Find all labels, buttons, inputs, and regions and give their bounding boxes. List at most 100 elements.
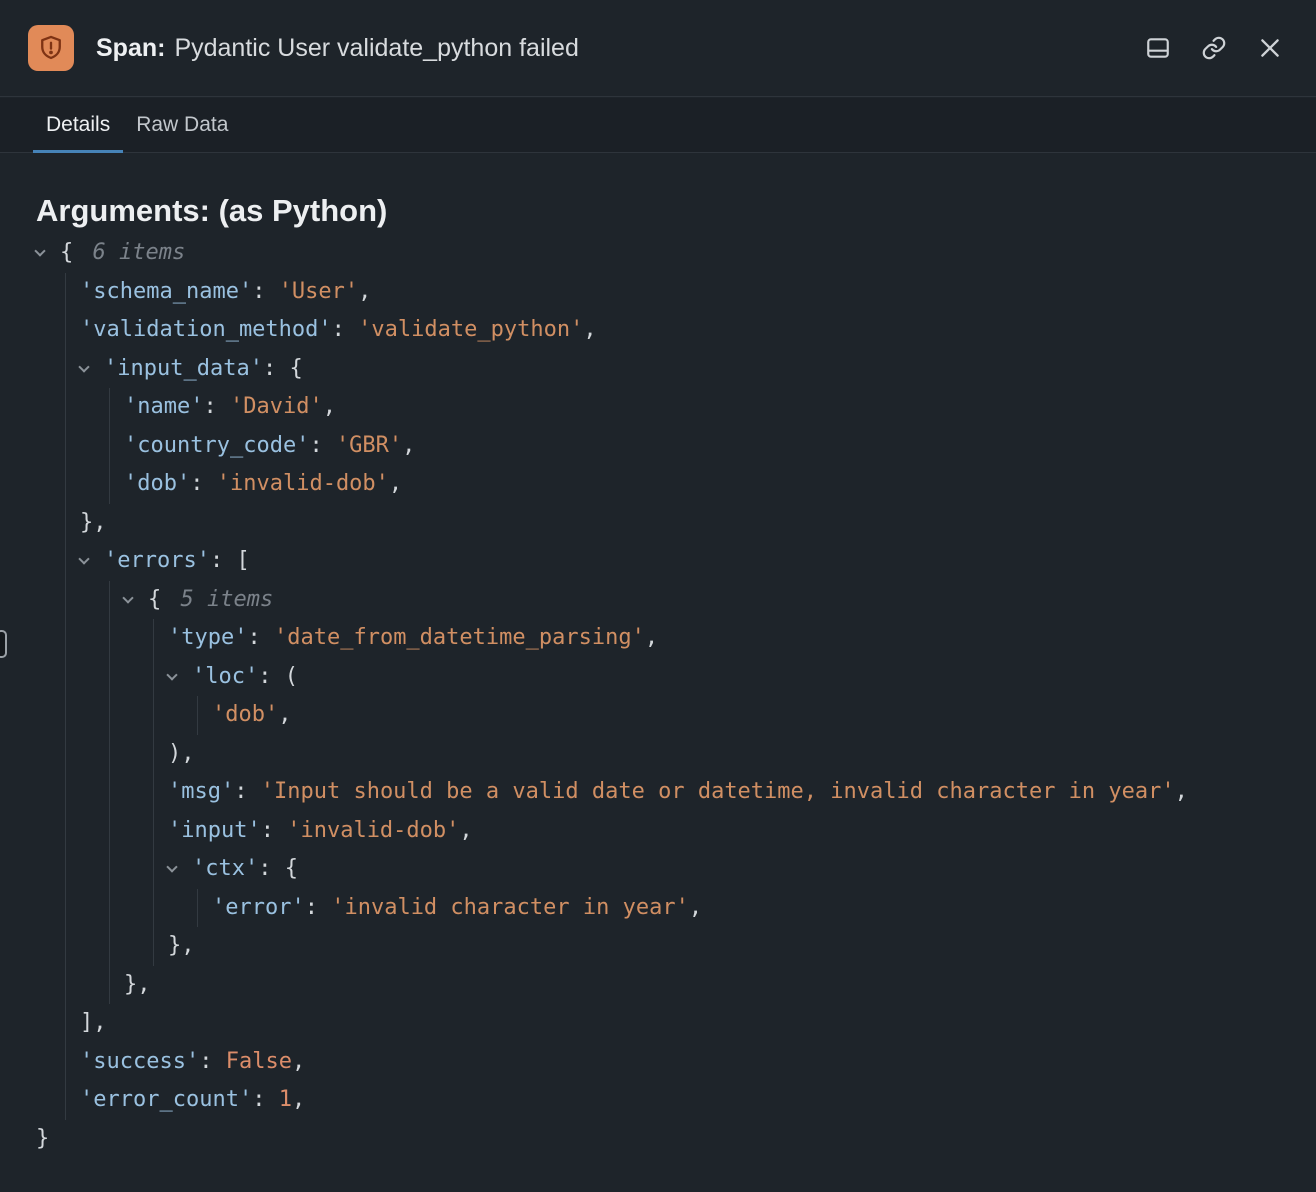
token-punct: , (583, 317, 596, 342)
tree-line: 'errors': [ (0, 542, 1316, 581)
indent-guide (109, 388, 110, 427)
indent-guide (109, 619, 110, 658)
token-punct: : (190, 471, 217, 496)
token-key: 'name' (124, 394, 203, 419)
close-icon[interactable] (1254, 32, 1286, 64)
collapse-arrow-icon[interactable] (80, 350, 104, 389)
token-punct: : (234, 779, 261, 804)
indent-guide (153, 850, 154, 889)
indent-guide (65, 581, 66, 620)
token-str: 'invalid-dob' (287, 818, 459, 843)
indent-guide (65, 1043, 66, 1082)
token-punct: }, (168, 933, 195, 958)
tree-line: }, (0, 504, 1316, 543)
token-punct: : (252, 1087, 279, 1112)
indent-guide (65, 1081, 66, 1120)
tree-line: 'schema_name': 'User', (0, 273, 1316, 312)
tree-line: 'ctx': { (0, 850, 1316, 889)
tab-raw-data[interactable]: Raw Data (123, 98, 241, 152)
token-punct: : (332, 317, 359, 342)
token-punct: , (402, 433, 415, 458)
indent-guide (65, 966, 66, 1005)
indent-guide (109, 696, 110, 735)
token-str: 'dob' (212, 702, 278, 727)
token-key: 'input' (168, 818, 261, 843)
tree-line: 'validation_method': 'validate_python', (0, 311, 1316, 350)
token-str: 'GBR' (336, 433, 402, 458)
collapse-arrow-icon[interactable] (124, 581, 148, 620)
token-key: 'errors' (104, 548, 210, 573)
details-content: Arguments: (as Python) { 6 items'schema_… (0, 154, 1316, 1192)
token-str: 'User' (279, 279, 358, 304)
token-meta: 5 items (167, 587, 273, 612)
token-str: 'invalid character in year' (331, 895, 689, 920)
token-key: 'error_count' (80, 1087, 252, 1112)
tree-line: 'input': 'invalid-dob', (0, 812, 1316, 851)
indent-guide (197, 696, 198, 735)
token-str: 'invalid-dob' (217, 471, 389, 496)
token-punct: , (358, 279, 371, 304)
collapse-arrow-icon[interactable] (168, 850, 192, 889)
indent-guide (65, 658, 66, 697)
panel-header: Span:Pydantic User validate_python faile… (0, 0, 1316, 97)
indent-guide (65, 1004, 66, 1043)
span-detail-panel: { "header": { "title_label": "Span:", "t… (0, 0, 1316, 1192)
tab-details[interactable]: Details (33, 98, 123, 152)
tree-line: ), (0, 735, 1316, 774)
token-punct: , (459, 818, 472, 843)
indent-guide (109, 735, 110, 774)
tree-line: 'error': 'invalid character in year', (0, 889, 1316, 928)
token-punct: { (148, 587, 161, 612)
tree-line: 'dob': 'invalid-dob', (0, 465, 1316, 504)
indent-guide (109, 812, 110, 851)
indent-guide (65, 619, 66, 658)
token-punct: , (1175, 779, 1188, 804)
indent-guide (109, 658, 110, 697)
tree-line: { 6 items (0, 234, 1316, 273)
token-punct: ), (168, 741, 195, 766)
span-label: Span: (96, 34, 165, 62)
token-punct: ], (80, 1010, 107, 1035)
indent-guide (65, 311, 66, 350)
token-punct: , (645, 625, 658, 650)
collapse-arrow-icon[interactable] (80, 542, 104, 581)
header-actions (1142, 32, 1286, 64)
indent-guide (153, 619, 154, 658)
link-icon[interactable] (1198, 32, 1230, 64)
token-punct: : (247, 625, 274, 650)
arguments-heading: Arguments: (as Python) (36, 193, 1316, 229)
tree-line: }, (0, 966, 1316, 1005)
indent-guide (153, 658, 154, 697)
token-punct: : { (263, 356, 303, 381)
tree-line: 'loc': ( (0, 658, 1316, 697)
token-key: 'validation_method' (80, 317, 332, 342)
indent-guide (109, 581, 110, 620)
tree-line: { 5 items (0, 581, 1316, 620)
tree-line: 'name': 'David', (0, 388, 1316, 427)
indent-guide (109, 889, 110, 928)
token-key: 'success' (80, 1049, 199, 1074)
collapse-arrow-icon[interactable] (36, 234, 60, 273)
tab-bar: Details Raw Data (0, 98, 1316, 153)
collapse-arrow-icon[interactable] (168, 658, 192, 697)
panel-resize-handle[interactable] (0, 630, 7, 658)
tree-line: 'type': 'date_from_datetime_parsing', (0, 619, 1316, 658)
indent-guide (65, 850, 66, 889)
token-punct: } (36, 1126, 49, 1151)
token-punct: }, (80, 510, 107, 535)
token-punct: , (389, 471, 402, 496)
indent-guide (109, 427, 110, 466)
indent-guide (65, 889, 66, 928)
token-key: 'dob' (124, 471, 190, 496)
indent-guide (153, 927, 154, 966)
token-punct: : (199, 1049, 226, 1074)
dock-bottom-icon[interactable] (1142, 32, 1174, 64)
indent-guide (65, 542, 66, 581)
tree-line: 'input_data': { (0, 350, 1316, 389)
tree-line: 'success': False, (0, 1043, 1316, 1082)
tree-line: 'error_count': 1, (0, 1081, 1316, 1120)
token-punct: : [ (210, 548, 250, 573)
token-punct: : (252, 279, 279, 304)
token-str: 'Input should be a valid date or datetim… (261, 779, 1175, 804)
indent-guide (153, 889, 154, 928)
